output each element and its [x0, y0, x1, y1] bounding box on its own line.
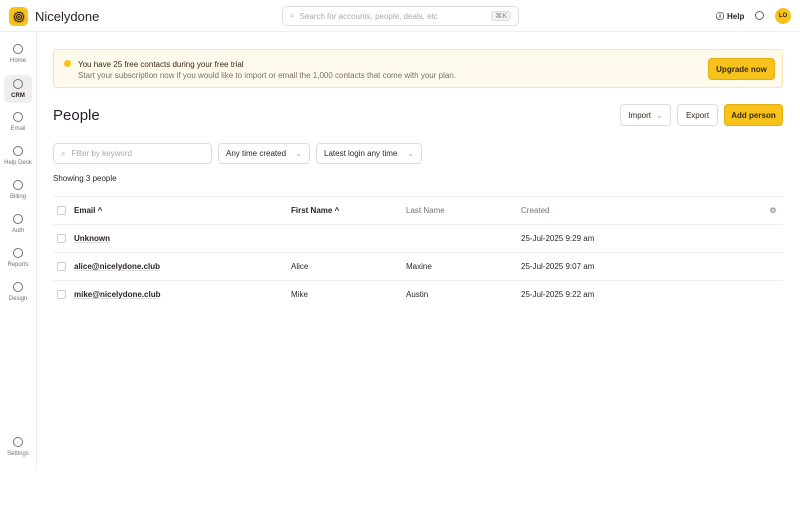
chevron-down-icon: ⌄ — [295, 149, 302, 158]
login-filter-dropdown[interactable]: Latest login any time ⌄ — [316, 143, 422, 164]
person-icon — [13, 79, 23, 89]
sidebar-item-help-desk[interactable]: Help Desk — [4, 146, 32, 166]
last-name-column-header[interactable]: Last Name — [406, 196, 521, 225]
info-icon — [64, 60, 71, 67]
chevron-down-icon: ⌄ — [655, 110, 663, 120]
last-name-cell — [406, 224, 521, 253]
email-column-header[interactable]: Email ^ — [74, 196, 291, 225]
search-icon: ⌕ — [61, 148, 66, 158]
nav-label: Design — [8, 296, 28, 302]
shortcut-badge: ⌘K — [491, 11, 511, 21]
billing-icon — [13, 180, 23, 190]
email-icon — [13, 112, 23, 122]
table-row[interactable]: Unknown 25-Jul-2025 9:29 am — [53, 224, 783, 253]
nav-label: Home — [9, 58, 26, 64]
search-input[interactable]: ⌕ Search for accounts, people, deals, etc… — [282, 6, 519, 26]
search-placeholder: Search for accounts, people, deals, etc — [299, 11, 438, 21]
first-name-cell: Mike — [291, 280, 406, 309]
cursor-icon — [13, 282, 23, 292]
search-icon: ⌕ — [290, 11, 295, 20]
banner-title: You have 25 free contacts during your fr… — [78, 60, 244, 69]
keyword-filter-input[interactable]: ⌕ Filter by keyword — [53, 143, 212, 164]
help-button[interactable]: ⓘ Help — [716, 11, 744, 22]
auth-icon — [13, 214, 23, 224]
top-bar: Nicelydone ⌕ Search for accounts, people,… — [0, 0, 800, 32]
help-label: Help — [727, 12, 745, 21]
nav-label: Help Desk — [4, 160, 32, 166]
chat-icon[interactable] — [755, 11, 764, 20]
first-name-cell: Alice — [291, 252, 406, 281]
first-name-column-header[interactable]: First Name ^ — [291, 196, 406, 225]
trial-banner: You have 25 free contacts during your fr… — [53, 49, 783, 88]
email-cell[interactable]: mike@nicelydone.club — [74, 280, 291, 309]
sidebar-item-crm[interactable]: CRM — [4, 75, 32, 103]
helpdesk-icon — [13, 146, 23, 156]
created-column-header[interactable]: Created — [521, 196, 763, 225]
result-count: Showing 3 people — [53, 174, 117, 183]
filter-placeholder: Filter by keyword — [71, 149, 132, 158]
gear-icon[interactable]: ⚙ — [763, 196, 783, 225]
nav-label: Reports — [7, 262, 29, 268]
row-checkbox[interactable] — [57, 262, 66, 271]
sidebar-item-design[interactable]: Design — [4, 282, 32, 302]
row-checkbox[interactable] — [57, 290, 66, 300]
help-icon: ⓘ — [716, 12, 724, 21]
reports-icon — [13, 248, 23, 258]
people-table: Email ^ First Name ^ Last Name Created ⚙… — [53, 196, 783, 309]
add-person-button[interactable]: Add person — [724, 104, 783, 126]
created-filter-label: Any time created — [226, 149, 287, 158]
created-filter-dropdown[interactable]: Any time created ⌄ — [218, 143, 310, 164]
sidebar-item-home[interactable]: Home — [4, 44, 32, 64]
nav-label: Email — [10, 126, 26, 132]
last-name-cell: Austin — [406, 280, 521, 309]
login-filter-label: Latest login any time — [324, 149, 398, 158]
import-label: Import — [628, 110, 651, 120]
created-cell: 25-Jul-2025 9:07 am — [521, 252, 763, 281]
email-cell[interactable]: Unknown — [74, 224, 291, 253]
sidebar-item-settings[interactable]: Settings — [4, 437, 32, 457]
home-icon — [13, 44, 23, 54]
logo-icon[interactable] — [9, 7, 28, 26]
export-button[interactable]: Export — [677, 104, 718, 126]
sidebar-item-email[interactable]: Email — [4, 112, 32, 132]
row-checkbox[interactable] — [57, 234, 66, 243]
import-button[interactable]: Import ⌄ — [620, 104, 671, 126]
nav-label: Settings — [7, 451, 29, 457]
table-row[interactable]: alice@nicelydone.club Alice Maxine 25-Jul-2… — [53, 252, 783, 281]
chevron-down-icon: ⌄ — [407, 149, 414, 158]
email-cell[interactable]: alice@nicelydone.club — [74, 252, 291, 281]
sidebar-item-billing[interactable]: Billing — [4, 180, 32, 200]
sidebar-item-reports[interactable]: Reports — [4, 248, 32, 268]
nav-label: Auth — [11, 228, 25, 234]
table-header: Email ^ First Name ^ Last Name Created ⚙ — [53, 196, 783, 225]
page-title: People — [53, 107, 100, 124]
table-row[interactable]: mike@nicelydone.club Mike Austin 25-Jul-202… — [53, 280, 783, 309]
upgrade-button[interactable]: Upgrade now — [708, 58, 775, 80]
app-name: Nicelydone — [35, 9, 100, 24]
banner-text: Start your subscription now if you would… — [78, 71, 456, 80]
sidebar-item-auth[interactable]: Auth — [4, 214, 32, 234]
first-name-cell — [291, 224, 406, 253]
avatar[interactable]: LO — [775, 8, 791, 24]
created-cell: 25-Jul-2025 9:22 am — [521, 280, 763, 309]
nav-label: Billing — [9, 194, 26, 200]
nav-label: CRM — [11, 93, 25, 99]
gear-icon — [13, 437, 23, 447]
last-name-cell: Maxine — [406, 252, 521, 281]
sidebar: Home CRM Email Help Desk Billing Auth Re… — [0, 32, 37, 470]
select-all-checkbox[interactable] — [57, 206, 66, 215]
created-cell: 25-Jul-2025 9:29 am — [521, 224, 763, 253]
